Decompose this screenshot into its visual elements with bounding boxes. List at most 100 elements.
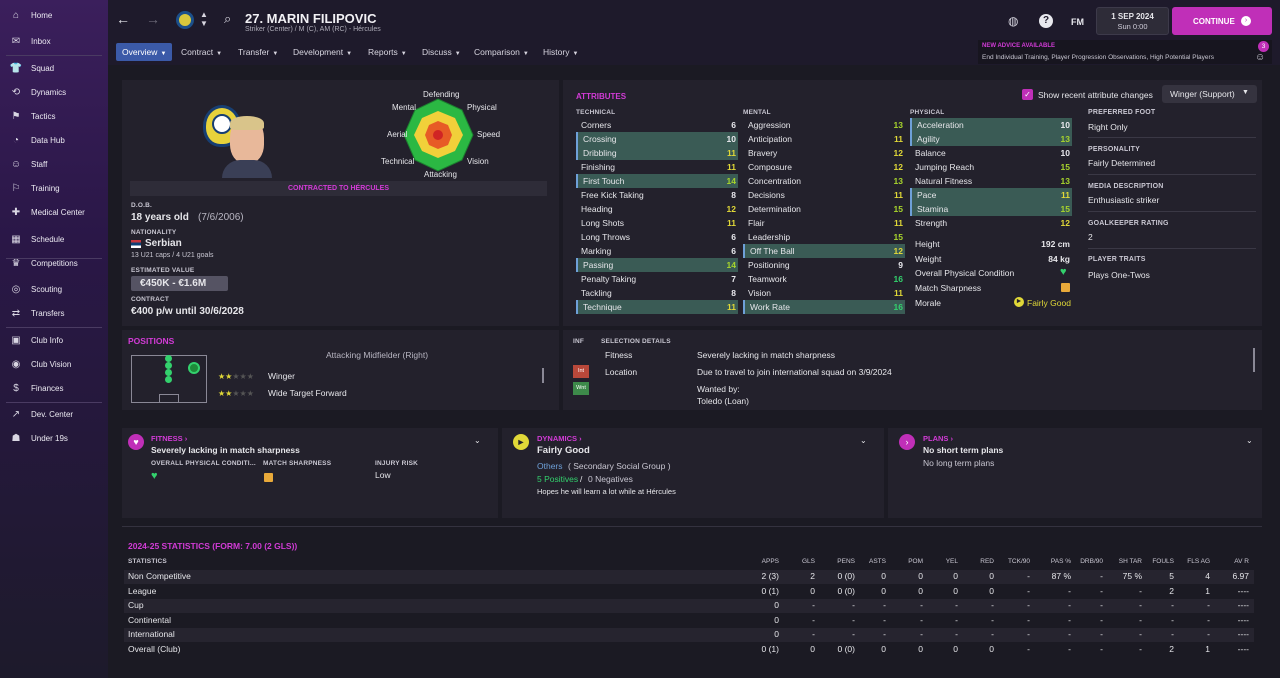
stats-header[interactable]: AV R bbox=[1209, 558, 1249, 565]
attribute-row[interactable]: Vision 11 bbox=[743, 286, 905, 300]
advisor-icon[interactable]: ☺ bbox=[1255, 52, 1265, 63]
sidebar-item-squad[interactable]: 👕 Squad bbox=[0, 57, 108, 79]
stats-header[interactable]: APPS bbox=[739, 558, 779, 565]
sidebar-item-club-vision[interactable]: ◉ Club Vision bbox=[0, 353, 108, 375]
sidebar-item-scouting[interactable]: ◎ Scouting bbox=[0, 278, 108, 300]
attribute-row[interactable]: Composure 12 bbox=[743, 160, 905, 174]
sidebar-item-medical-center[interactable]: ✚ Medical Center bbox=[0, 201, 108, 223]
stats-header[interactable]: ASTS bbox=[846, 558, 886, 565]
attribute-row[interactable]: Crossing 10 bbox=[576, 132, 738, 146]
attribute-row[interactable]: Work Rate 16 bbox=[743, 300, 905, 314]
world-icon[interactable]: ◍ bbox=[1008, 14, 1018, 28]
attribute-row[interactable]: Penalty Taking 7 bbox=[576, 272, 738, 286]
scrollbar[interactable] bbox=[542, 368, 544, 383]
attribute-row[interactable]: Determination 15 bbox=[743, 202, 905, 216]
stats-header[interactable]: TCK/90 bbox=[990, 558, 1030, 565]
tab-reports[interactable]: Reports ▼ bbox=[362, 43, 413, 61]
fitness-title[interactable]: FITNESS › bbox=[151, 434, 187, 443]
attribute-row[interactable]: Teamwork 16 bbox=[743, 272, 905, 286]
attribute-row[interactable]: Flair 11 bbox=[743, 216, 905, 230]
personality-value[interactable]: Fairly Determined bbox=[1088, 158, 1155, 168]
stats-header[interactable]: GLS bbox=[775, 558, 815, 565]
tab-history[interactable]: History ▼ bbox=[537, 43, 584, 61]
tab-overview[interactable]: Overview ▼ bbox=[116, 43, 173, 61]
forward-arrow-icon[interactable]: → bbox=[146, 11, 160, 27]
sidebar-item-home[interactable]: ⌂ Home bbox=[0, 4, 108, 26]
attribute-row[interactable]: Agility 13 bbox=[910, 132, 1072, 146]
fm-logo[interactable]: FM bbox=[1071, 17, 1084, 27]
stats-header[interactable]: FLS AG bbox=[1170, 558, 1210, 565]
tab-transfer[interactable]: Transfer ▼ bbox=[232, 43, 284, 61]
attribute-row[interactable]: Heading 12 bbox=[576, 202, 738, 216]
stats-header[interactable]: FOULS bbox=[1134, 558, 1174, 565]
scrollbar[interactable] bbox=[1253, 348, 1255, 372]
stats-title[interactable]: 2024-25 STATISTICS (FORM: 7.00 (2 GLS)) bbox=[128, 541, 297, 551]
chevron-down-icon[interactable]: ⌄ bbox=[860, 436, 867, 445]
search-icon[interactable]: ⌕ bbox=[224, 11, 231, 27]
attribute-row[interactable]: Positioning 9 bbox=[743, 258, 905, 272]
show-changes-checkbox[interactable]: ✓ bbox=[1022, 89, 1033, 100]
attribute-row[interactable]: Long Throws 6 bbox=[576, 230, 738, 244]
sidebar-item-finances[interactable]: $ Finances bbox=[0, 377, 108, 399]
attribute-row[interactable]: Long Shots 11 bbox=[576, 216, 738, 230]
tab-comparison[interactable]: Comparison ▼ bbox=[468, 43, 535, 61]
sidebar-item-dev-center[interactable]: ↗ Dev. Center bbox=[0, 403, 108, 425]
wanted-by-club[interactable]: Toledo (Loan) bbox=[697, 396, 749, 406]
attribute-row[interactable]: Jumping Reach 15 bbox=[910, 160, 1072, 174]
stats-header[interactable]: RED bbox=[954, 558, 994, 565]
attribute-row[interactable]: Leadership 15 bbox=[743, 230, 905, 244]
attribute-row[interactable]: First Touch 14 bbox=[576, 174, 738, 188]
attribute-row[interactable]: Corners 6 bbox=[576, 118, 738, 132]
attribute-row[interactable]: Natural Fitness 13 bbox=[910, 174, 1072, 188]
attribute-row[interactable]: Concentration 13 bbox=[743, 174, 905, 188]
attribute-row[interactable]: Tackling 8 bbox=[576, 286, 738, 300]
attribute-row[interactable]: Marking 6 bbox=[576, 244, 738, 258]
club-crest-icon[interactable] bbox=[176, 11, 194, 29]
chevron-down-icon[interactable]: ⌄ bbox=[1246, 436, 1253, 445]
attribute-row[interactable]: Pace 11 bbox=[910, 188, 1072, 202]
sidebar-item-under-19s[interactable]: ☗ Under 19s bbox=[0, 427, 108, 449]
role-winger[interactable]: Winger bbox=[268, 371, 295, 381]
attribute-row[interactable]: Off The Ball 12 bbox=[743, 244, 905, 258]
attribute-row[interactable]: Balance 10 bbox=[910, 146, 1072, 160]
attribute-row[interactable]: Free Kick Taking 8 bbox=[576, 188, 738, 202]
sidebar-item-staff[interactable]: ☺ Staff bbox=[0, 153, 108, 175]
sidebar-item-training[interactable]: ⚐ Training bbox=[0, 177, 108, 199]
sidebar-item-club-info[interactable]: ▣ Club Info bbox=[0, 329, 108, 351]
tab-contract[interactable]: Contract ▼ bbox=[175, 43, 228, 61]
help-icon[interactable]: ? bbox=[1039, 14, 1053, 28]
attribute-row[interactable]: Bravery 12 bbox=[743, 146, 905, 160]
plans-title[interactable]: PLANS › bbox=[923, 434, 953, 443]
sidebar-item-transfers[interactable]: ⇄ Transfers bbox=[0, 302, 108, 324]
attribute-row[interactable]: Dribbling 11 bbox=[576, 146, 738, 160]
attribute-row[interactable]: Stamina 15 bbox=[910, 202, 1072, 216]
role-wtf[interactable]: Wide Target Forward bbox=[268, 388, 347, 398]
attribute-row[interactable]: Acceleration 10 bbox=[910, 118, 1072, 132]
chevron-updown-icon[interactable]: ▲ ▼ bbox=[200, 10, 208, 28]
sidebar-item-inbox[interactable]: ✉ Inbox bbox=[0, 30, 108, 52]
traits-value[interactable]: Plays One-Twos bbox=[1088, 270, 1150, 280]
sidebar-item-tactics[interactable]: ⚑ Tactics bbox=[0, 105, 108, 127]
dynamics-group[interactable]: Others bbox=[537, 461, 563, 471]
nationality-text[interactable]: Serbian bbox=[145, 238, 182, 249]
attribute-row[interactable]: Technique 11 bbox=[576, 300, 738, 314]
tab-discuss[interactable]: Discuss ▼ bbox=[416, 43, 467, 61]
stats-header[interactable]: DRB/90 bbox=[1063, 558, 1103, 565]
chevron-down-icon[interactable]: ⌄ bbox=[474, 436, 481, 445]
attribute-row[interactable]: Anticipation 11 bbox=[743, 132, 905, 146]
sidebar-item-dynamics[interactable]: ⟲ Dynamics bbox=[0, 81, 108, 103]
attribute-row[interactable]: Passing 14 bbox=[576, 258, 738, 272]
attribute-row[interactable]: Finishing 11 bbox=[576, 160, 738, 174]
attribute-row[interactable]: Decisions 11 bbox=[743, 188, 905, 202]
sidebar-item-schedule[interactable]: ▦ Schedule bbox=[0, 228, 108, 250]
stats-header[interactable]: POM bbox=[883, 558, 923, 565]
sidebar-item-competitions[interactable]: ♛ Competitions bbox=[0, 252, 108, 274]
tab-development[interactable]: Development ▼ bbox=[287, 43, 358, 61]
dynamics-title[interactable]: DYNAMICS › bbox=[537, 434, 582, 443]
stats-header[interactable]: YEL bbox=[918, 558, 958, 565]
sidebar-item-data-hub[interactable]: ◔ Data Hub bbox=[0, 129, 108, 151]
attribute-row[interactable]: Aggression 13 bbox=[743, 118, 905, 132]
attribute-row[interactable]: Strength 12 bbox=[910, 216, 1072, 230]
stats-cell: ---- bbox=[1237, 614, 1249, 625]
back-arrow-icon[interactable]: ← bbox=[116, 11, 130, 27]
